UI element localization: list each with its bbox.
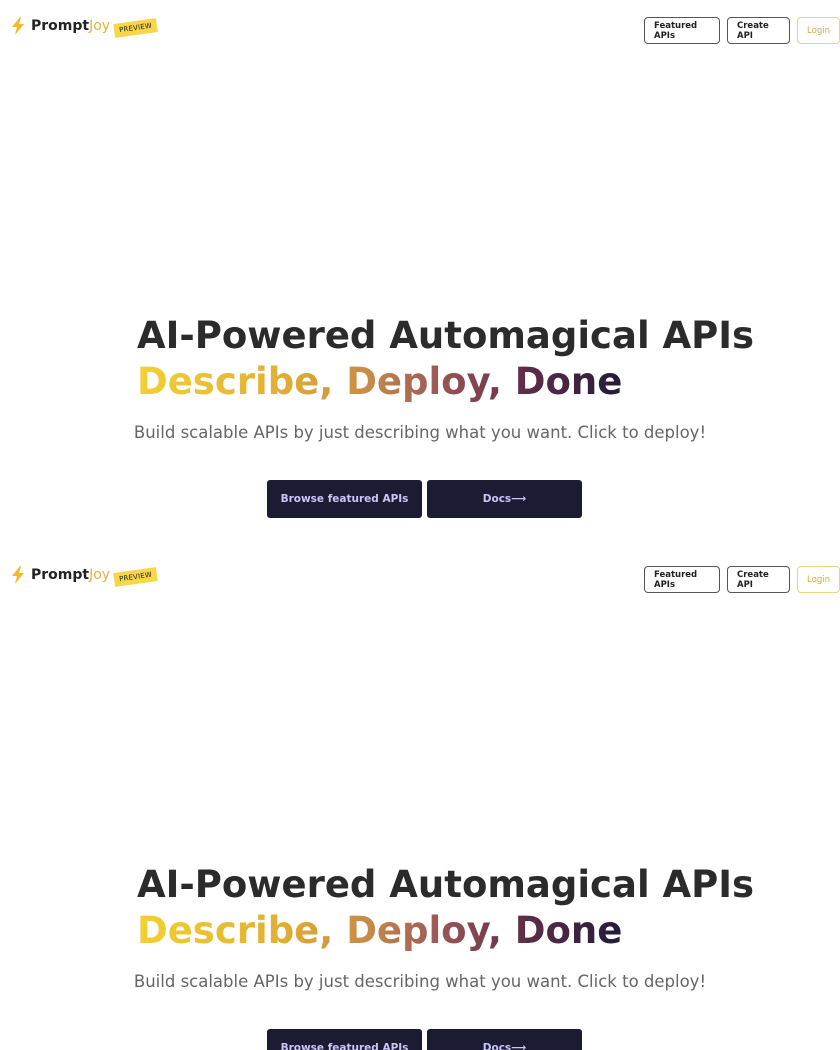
hero-headline: AI-Powered Automagical APIs: [137, 863, 755, 906]
brand-name: PromptJoy: [31, 567, 110, 583]
page-viewport-1: PromptJoy PREVIEW Featured APIs Create A…: [0, 0, 840, 549]
docs-button[interactable]: Docs⟶: [427, 1029, 582, 1050]
docs-button[interactable]: Docs⟶: [427, 480, 582, 518]
hero-section: AI-Powered Automagical APIs Describe, De…: [0, 313, 840, 518]
brand-suffix: Joy: [89, 567, 111, 583]
brand-suffix: Joy: [89, 18, 111, 34]
lightning-bolt-icon: [12, 17, 24, 35]
hero-tagline: Describe, Deploy, Done: [137, 909, 623, 952]
hero-actions: Browse featured APIs Docs⟶: [267, 480, 582, 518]
preview-badge: PREVIEW: [113, 567, 158, 587]
top-header: PromptJoy PREVIEW Featured APIs Create A…: [0, 549, 840, 609]
top-nav: Featured APIs Create API Login: [644, 566, 840, 593]
logo[interactable]: PromptJoy PREVIEW: [11, 566, 158, 587]
featured-apis-button[interactable]: Featured APIs: [644, 17, 720, 44]
featured-apis-button[interactable]: Featured APIs: [644, 566, 720, 593]
create-api-button[interactable]: Create API: [727, 566, 790, 593]
lightning-bolt-icon: [12, 566, 24, 584]
hero-actions: Browse featured APIs Docs⟶: [267, 1029, 582, 1050]
top-nav: Featured APIs Create API Login: [644, 17, 840, 44]
page-viewport-2: PromptJoy PREVIEW Featured APIs Create A…: [0, 549, 840, 1050]
login-button[interactable]: Login: [797, 17, 840, 44]
create-api-button[interactable]: Create API: [727, 17, 790, 44]
browse-featured-apis-button[interactable]: Browse featured APIs: [267, 1029, 422, 1050]
top-header: PromptJoy PREVIEW Featured APIs Create A…: [0, 0, 840, 60]
hero-subtitle: Build scalable APIs by just describing w…: [133, 423, 707, 442]
login-button[interactable]: Login: [797, 566, 840, 593]
hero-headline: AI-Powered Automagical APIs: [137, 314, 755, 357]
hero-tagline: Describe, Deploy, Done: [137, 360, 623, 403]
hero-section: AI-Powered Automagical APIs Describe, De…: [0, 862, 840, 1050]
brand-prefix: Prompt: [31, 567, 90, 583]
preview-badge: PREVIEW: [113, 18, 158, 38]
hero-subtitle: Build scalable APIs by just describing w…: [133, 972, 707, 991]
browse-featured-apis-button[interactable]: Browse featured APIs: [267, 480, 422, 518]
logo[interactable]: PromptJoy PREVIEW: [11, 17, 158, 38]
brand-prefix: Prompt: [31, 18, 90, 34]
brand-name: PromptJoy: [31, 18, 110, 34]
